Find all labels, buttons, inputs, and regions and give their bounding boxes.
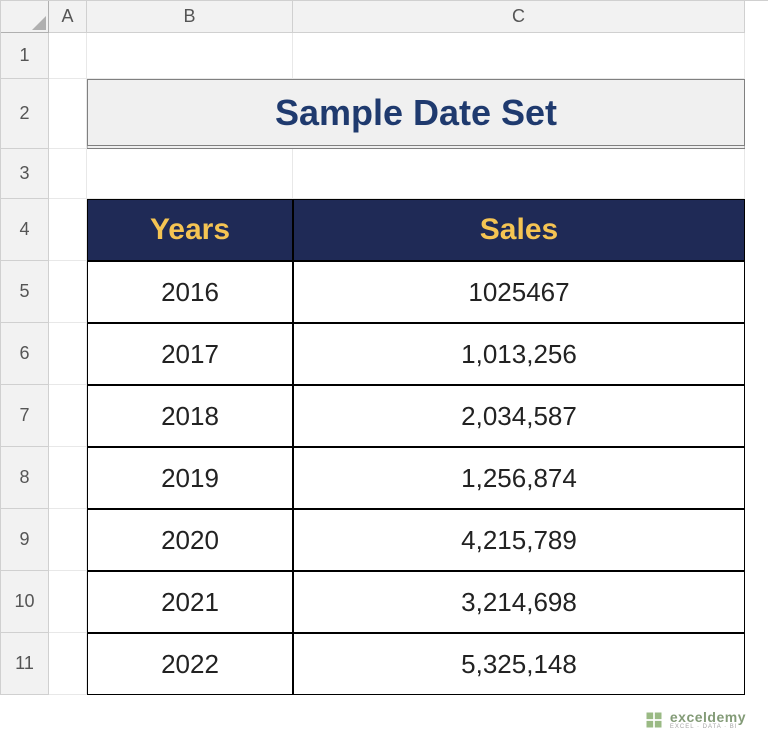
table-row[interactable]: 2019 xyxy=(87,447,293,509)
row-header-9[interactable]: 9 xyxy=(1,509,49,571)
row-header-4[interactable]: 4 xyxy=(1,199,49,261)
table-row[interactable]: 4,215,789 xyxy=(293,509,745,571)
cell-A7[interactable] xyxy=(49,385,87,447)
row-header-8[interactable]: 8 xyxy=(1,447,49,509)
table-row[interactable]: 2018 xyxy=(87,385,293,447)
cell-A5[interactable] xyxy=(49,261,87,323)
col-header-B[interactable]: B xyxy=(87,1,293,33)
cell-A3[interactable] xyxy=(49,149,87,199)
spreadsheet-grid: A B C 1 2 Sample Date Set 3 4 Years Sale… xyxy=(0,0,768,695)
table-row[interactable]: 5,325,148 xyxy=(293,633,745,695)
cell-B3[interactable] xyxy=(87,149,293,199)
table-row[interactable]: 1,013,256 xyxy=(293,323,745,385)
cell-B1[interactable] xyxy=(87,33,293,79)
watermark-brand: exceldemy xyxy=(670,710,746,724)
row-header-10[interactable]: 10 xyxy=(1,571,49,633)
cell-A9[interactable] xyxy=(49,509,87,571)
exceldemy-logo-icon xyxy=(644,710,664,730)
table-row[interactable]: 1,256,874 xyxy=(293,447,745,509)
table-row[interactable]: 2017 xyxy=(87,323,293,385)
table-header-years[interactable]: Years xyxy=(87,199,293,261)
title-cell[interactable]: Sample Date Set xyxy=(87,79,745,149)
col-header-A[interactable]: A xyxy=(49,1,87,33)
table-row[interactable]: 2021 xyxy=(87,571,293,633)
watermark: exceldemy EXCEL · DATA · BI xyxy=(644,710,746,730)
row-header-6[interactable]: 6 xyxy=(1,323,49,385)
col-header-C[interactable]: C xyxy=(293,1,745,33)
row-header-3[interactable]: 3 xyxy=(1,149,49,199)
row-header-1[interactable]: 1 xyxy=(1,33,49,79)
table-row[interactable]: 2016 xyxy=(87,261,293,323)
cell-A6[interactable] xyxy=(49,323,87,385)
cell-C3[interactable] xyxy=(293,149,745,199)
row-header-7[interactable]: 7 xyxy=(1,385,49,447)
table-header-sales[interactable]: Sales xyxy=(293,199,745,261)
table-row[interactable]: 3,214,698 xyxy=(293,571,745,633)
cell-A11[interactable] xyxy=(49,633,87,695)
cell-A10[interactable] xyxy=(49,571,87,633)
watermark-tagline: EXCEL · DATA · BI xyxy=(670,724,746,730)
row-header-2[interactable]: 2 xyxy=(1,79,49,149)
table-row[interactable]: 2020 xyxy=(87,509,293,571)
cell-A1[interactable] xyxy=(49,33,87,79)
select-all-corner[interactable] xyxy=(1,1,49,33)
row-header-5[interactable]: 5 xyxy=(1,261,49,323)
table-row[interactable]: 1025467 xyxy=(293,261,745,323)
row-header-11[interactable]: 11 xyxy=(1,633,49,695)
table-row[interactable]: 2022 xyxy=(87,633,293,695)
cell-C1[interactable] xyxy=(293,33,745,79)
cell-A4[interactable] xyxy=(49,199,87,261)
table-row[interactable]: 2,034,587 xyxy=(293,385,745,447)
cell-A2[interactable] xyxy=(49,79,87,149)
cell-A8[interactable] xyxy=(49,447,87,509)
